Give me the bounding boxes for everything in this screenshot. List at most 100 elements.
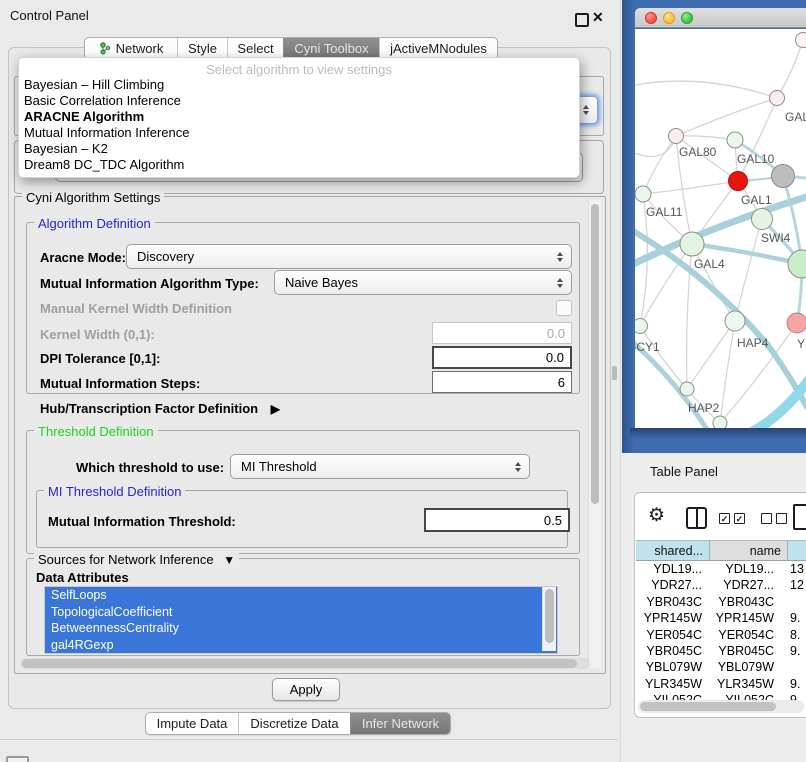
network-node[interactable] xyxy=(788,250,806,278)
tab-impute-data[interactable]: Impute Data xyxy=(146,713,238,734)
deselect-all-columns-icon[interactable] xyxy=(761,513,787,524)
data-attributes-list[interactable]: SelfLoops TopologicalCoefficient Between… xyxy=(44,586,558,654)
attributes-scrollbar[interactable] xyxy=(542,587,556,651)
network-node[interactable] xyxy=(772,165,795,188)
settings-scrollbar-thumb[interactable] xyxy=(591,204,599,504)
table-cell[interactable]: YLR345W xyxy=(636,676,710,692)
network-node[interactable] xyxy=(713,416,727,428)
settings-scrollbar[interactable] xyxy=(588,200,601,668)
table-cell[interactable]: YER054C xyxy=(636,627,710,643)
corner-grip-icon[interactable] xyxy=(6,756,29,762)
algorithm-option[interactable]: Mutual Information Inference xyxy=(24,125,189,141)
network-node-hap2[interactable] xyxy=(680,382,694,396)
hub-section-toggle[interactable]: Hub/Transcription Factor Definition ▶ xyxy=(40,401,280,416)
network-edge[interactable] xyxy=(738,98,777,181)
network-node-gal11[interactable] xyxy=(635,186,651,202)
table-cell[interactable]: 12 xyxy=(788,577,806,593)
select-all-columns-icon[interactable]: ✓✓ xyxy=(719,513,745,524)
table-cell[interactable]: YDR27... xyxy=(710,577,788,593)
table-cell[interactable]: 9. xyxy=(788,643,806,659)
tab-network[interactable]: Network xyxy=(85,38,177,59)
zoom-window-icon[interactable] xyxy=(681,12,693,24)
table-cell[interactable]: 13 xyxy=(788,561,806,577)
network-edge[interactable] xyxy=(643,181,738,194)
table-cell[interactable]: YBR045C xyxy=(636,643,710,659)
close-window-icon[interactable] xyxy=(645,12,657,24)
network-node-gal1[interactable] xyxy=(729,172,748,191)
table-row[interactable]: YER054CYER054C8. xyxy=(636,627,806,643)
table-hscrollbar[interactable] xyxy=(638,700,804,713)
network-node-swi4[interactable] xyxy=(752,209,773,230)
algorithm-option[interactable]: Basic Correlation Inference xyxy=(24,93,181,109)
table-cell[interactable]: 9 xyxy=(788,692,806,700)
which-threshold-combo[interactable]: MI Threshold xyxy=(230,454,530,479)
table-row[interactable]: YPR145WYPR145W9. xyxy=(636,610,806,626)
table-cell[interactable]: YLR345W xyxy=(710,676,788,692)
table-cell[interactable]: YPR145W xyxy=(710,610,788,626)
table-cell[interactable]: YBR045C xyxy=(710,643,788,659)
document-icon[interactable] xyxy=(793,504,806,530)
kernel-width-field[interactable]: 0.0 xyxy=(432,322,572,344)
network-node-hap4[interactable] xyxy=(725,311,745,331)
table-row[interactable]: YIL052CYIL052C9 xyxy=(636,692,806,700)
algorithm-option[interactable]: Bayesian – K2 xyxy=(24,141,108,157)
split-columns-icon[interactable] xyxy=(686,507,707,529)
tab-cyni-toolbox[interactable]: Cyni Toolbox xyxy=(283,38,379,59)
network-node-gal10[interactable] xyxy=(727,132,743,148)
table-row[interactable]: YLR345WYLR345W9. xyxy=(636,676,806,692)
table-cell[interactable]: YPR145W xyxy=(636,610,710,626)
network-edge[interactable] xyxy=(687,321,735,389)
column-header-shared...[interactable]: shared... xyxy=(636,540,710,561)
float-panel-icon[interactable] xyxy=(575,13,589,27)
table-cell[interactable]: YIL052C xyxy=(636,692,710,700)
network-node-gal4[interactable] xyxy=(680,232,704,256)
attribute-item[interactable]: gal4RGexp xyxy=(45,637,557,654)
network-edge[interactable] xyxy=(777,40,803,98)
apply-button[interactable]: Apply xyxy=(272,678,340,701)
tab-infer-network[interactable]: Infer Network xyxy=(350,713,450,734)
mi-threshold-field[interactable]: 0.5 xyxy=(424,508,570,532)
dpi-tolerance-field[interactable]: 0.0 xyxy=(432,346,572,369)
table-cell[interactable]: YIL052C xyxy=(710,692,788,700)
table-cell[interactable]: YBR043C xyxy=(710,594,788,610)
algorithm-option[interactable]: Dream8 DC_TDC Algorithm xyxy=(24,157,184,173)
network-edge[interactable] xyxy=(676,136,735,140)
network-node-gal[interactable] xyxy=(770,91,785,106)
table-cell[interactable] xyxy=(788,659,806,675)
column-header-A[interactable]: A xyxy=(788,540,806,561)
settings-hscrollbar[interactable] xyxy=(20,658,590,669)
table-cell[interactable]: YDR27... xyxy=(636,577,710,593)
minimize-window-icon[interactable] xyxy=(663,12,675,24)
attribute-item[interactable]: BetweennessCentrality xyxy=(45,620,557,637)
tab-style[interactable]: Style xyxy=(177,38,227,59)
table-cell[interactable]: YBL079W xyxy=(636,659,710,675)
network-node-gal80[interactable] xyxy=(669,129,684,144)
attributes-scrollbar-thumb[interactable] xyxy=(545,589,554,643)
panel-splitter-grip[interactable] xyxy=(612,366,617,380)
algorithm-option-selected[interactable]: ARACNE Algorithm xyxy=(24,109,144,125)
manual-kernel-checkbox[interactable] xyxy=(556,300,572,316)
table-cell[interactable]: YBR043C xyxy=(636,594,710,610)
table-hscrollbar-thumb[interactable] xyxy=(640,702,776,711)
column-header-name[interactable]: name xyxy=(710,540,788,561)
network-view[interactable]: GALGAL80GAL10GAL1GAL11SWI4GAL4GCY1HAP4YH… xyxy=(635,29,806,428)
table-row[interactable]: YBR045CYBR045C9. xyxy=(636,643,806,659)
table-cell[interactable]: YDL19... xyxy=(636,561,710,577)
gear-icon[interactable]: ⚙ xyxy=(648,504,665,527)
table-row[interactable]: YDR27...YDR27...12 xyxy=(636,577,806,593)
network-edge[interactable] xyxy=(643,136,676,194)
network-node-gcy1[interactable] xyxy=(635,319,648,334)
tab-discretize-data[interactable]: Discretize Data xyxy=(238,713,350,734)
table-cell[interactable]: YDL19... xyxy=(710,561,788,577)
tab-select[interactable]: Select xyxy=(227,38,283,59)
network-edge[interactable] xyxy=(735,219,762,321)
algorithm-option[interactable]: Bayesian – Hill Climbing xyxy=(24,77,164,93)
mi-type-combo[interactable]: Naive Bayes xyxy=(274,270,572,295)
aracne-mode-combo[interactable]: Discovery xyxy=(126,244,572,269)
table-cell[interactable]: 9. xyxy=(788,610,806,626)
table-row[interactable]: YBL079WYBL079W xyxy=(636,659,806,675)
tab-jactivemnodules[interactable]: jActiveMNodules xyxy=(379,38,497,59)
table-cell[interactable]: YER054C xyxy=(710,627,788,643)
table-cell[interactable] xyxy=(788,594,806,610)
network-edge[interactable] xyxy=(635,81,777,98)
